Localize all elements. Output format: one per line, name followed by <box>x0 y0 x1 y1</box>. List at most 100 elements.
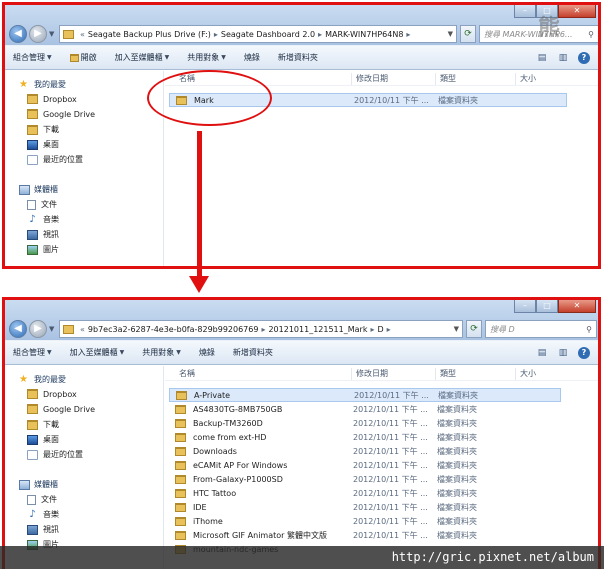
address-bar[interactable]: « 9b7ec3a2-6287-4e3e-b0fa-829b99206769 ▸… <box>59 320 463 338</box>
column-type[interactable]: 類型 <box>435 73 456 85</box>
help-icon[interactable]: ? <box>578 346 590 359</box>
sidebar-item-documents[interactable]: 文件 <box>27 494 57 505</box>
video-icon <box>27 229 38 240</box>
view-options-icon[interactable]: ▤ <box>536 347 548 359</box>
folder-icon <box>175 474 186 484</box>
title-bar: – □ ✕ ◀ ▶ ▼ « Seagate Backup Plus Drive … <box>5 5 598 45</box>
search-icon[interactable]: ⚲ <box>586 325 592 334</box>
table-row[interactable]: Microsoft GIF Animator 繁體中文版 2012/10/11 下… <box>169 528 561 542</box>
table-row[interactable]: Backup-TM3260D 2012/10/11 下午 ... 檔案資料夾 <box>169 416 561 430</box>
sidebar-item-downloads[interactable]: 下載 <box>27 124 59 135</box>
recent-pages-dropdown[interactable]: ▼ <box>49 30 54 38</box>
chevron-right-icon[interactable]: ▸ <box>214 30 218 39</box>
chevron-right-icon[interactable]: ▸ <box>370 325 374 334</box>
table-row[interactable]: iThome 2012/10/11 下午 ... 檔案資料夾 <box>169 514 561 528</box>
new-folder-button[interactable]: 新增資料夾 <box>278 52 318 63</box>
table-row[interactable]: AS4830TG-8MB750GB 2012/10/11 下午 ... 檔案資料夾 <box>169 402 561 416</box>
sidebar-item-music[interactable]: ♪ 音樂 <box>27 214 59 225</box>
search-input[interactable]: 搜尋 D ⚲ <box>485 320 597 338</box>
sidebar-item-videos[interactable]: 視訊 <box>27 229 59 240</box>
address-overflow[interactable]: « <box>80 325 85 334</box>
column-date[interactable]: 修改日期 <box>351 368 388 380</box>
maximize-button[interactable]: □ <box>536 300 558 313</box>
burn-button[interactable]: 燒錄 <box>244 52 260 63</box>
breadcrumb-dashboard[interactable]: Seagate Dashboard 2.0 <box>221 30 315 39</box>
include-in-library-menu[interactable]: 加入至媒體櫃 ▼ <box>70 347 125 358</box>
open-button[interactable]: 開啟 <box>69 52 97 63</box>
table-row[interactable]: Downloads 2012/10/11 下午 ... 檔案資料夾 <box>169 444 561 458</box>
file-date: 2012/10/11 下午 ... <box>354 95 429 105</box>
new-folder-button[interactable]: 新增資料夾 <box>233 347 273 358</box>
breadcrumb-drive[interactable]: Seagate Backup Plus Drive (F:) <box>88 30 211 39</box>
forward-button[interactable]: ▶ <box>29 320 47 338</box>
sidebar-item-pictures[interactable]: 圖片 <box>27 244 59 255</box>
refresh-button[interactable]: ⟳ <box>460 25 476 43</box>
folder-icon <box>175 432 186 442</box>
address-bar[interactable]: « Seagate Backup Plus Drive (F:) ▸ Seaga… <box>59 25 457 43</box>
table-row[interactable]: A-Private 2012/10/11 下午 ... 檔案資料夾 <box>169 388 561 402</box>
table-row[interactable]: eCAMit AP For Windows 2012/10/11 下午 ... 檔案… <box>169 458 561 472</box>
sidebar-item-music[interactable]: ♪ 音樂 <box>27 509 59 520</box>
watermark-logo: 熊 <box>538 15 561 41</box>
chevron-right-icon[interactable]: ▸ <box>406 30 410 39</box>
chevron-down-icon[interactable]: ▼ <box>448 30 453 38</box>
close-button[interactable]: ✕ <box>558 5 596 18</box>
share-with-menu[interactable]: 共用對象 ▼ <box>187 52 226 63</box>
sidebar-group-favorites[interactable]: ★ 我的最愛 <box>19 374 66 385</box>
sidebar-group-favorites[interactable]: ★ 我的最愛 <box>19 79 66 90</box>
sidebar-item-dropbox[interactable]: Dropbox <box>27 94 77 104</box>
breadcrumb-guid[interactable]: 9b7ec3a2-6287-4e3e-b0fa-829b99206769 <box>88 325 259 334</box>
sidebar-item-videos[interactable]: 視訊 <box>27 524 59 535</box>
table-row[interactable]: come from ext-HD 2012/10/11 下午 ... 檔案資料夾 <box>169 430 561 444</box>
close-button[interactable]: ✕ <box>558 300 596 313</box>
sidebar-item-dropbox[interactable]: Dropbox <box>27 389 77 399</box>
organize-menu[interactable]: 組合管理 ▼ <box>13 52 52 63</box>
breadcrumb-computer[interactable]: MARK-WIN7HP64N8 <box>325 30 403 39</box>
chevron-down-icon[interactable]: ▼ <box>454 325 459 333</box>
nav-buttons: ◀ ▶ ▼ <box>9 320 54 338</box>
sidebar-item-documents[interactable]: 文件 <box>27 199 57 210</box>
column-size[interactable]: 大小 <box>515 368 536 380</box>
chevron-right-icon[interactable]: ▸ <box>318 30 322 39</box>
preview-pane-icon[interactable]: ▥ <box>557 347 569 359</box>
sidebar-item-downloads[interactable]: 下載 <box>27 419 59 430</box>
command-bar: 組合管理 ▼ 開啟 加入至媒體櫃 ▼ 共用對象 ▼ 燒錄 新增資料夾 ▤ ▥ ? <box>5 45 598 70</box>
address-overflow[interactable]: « <box>80 30 85 39</box>
refresh-button[interactable]: ⟳ <box>466 320 482 338</box>
forward-button[interactable]: ▶ <box>29 25 47 43</box>
recent-pages-dropdown[interactable]: ▼ <box>49 325 54 333</box>
burn-button[interactable]: 燒錄 <box>199 347 215 358</box>
sidebar-item-desktop[interactable]: 桌面 <box>27 139 59 150</box>
chevron-right-icon[interactable]: ▸ <box>387 325 391 334</box>
table-row[interactable]: HTC Tattoo 2012/10/11 下午 ... 檔案資料夾 <box>169 486 561 500</box>
sidebar-item-google-drive[interactable]: Google Drive <box>27 109 95 119</box>
table-row[interactable]: From-Galaxy-P1000SD 2012/10/11 下午 ... 檔案資料… <box>169 472 561 486</box>
table-row[interactable]: IDE 2012/10/11 下午 ... 檔案資料夾 <box>169 500 561 514</box>
view-options-icon[interactable]: ▤ <box>536 52 548 64</box>
sidebar-item-recent-places[interactable]: 最近的位置 <box>27 154 83 165</box>
include-in-library-menu[interactable]: 加入至媒體櫃 ▼ <box>115 52 170 63</box>
breadcrumb-d[interactable]: D <box>377 325 383 334</box>
sidebar-group-libraries[interactable]: 媒體櫃 <box>19 479 58 490</box>
back-button[interactable]: ◀ <box>9 320 27 338</box>
organize-menu[interactable]: 組合管理 ▼ <box>13 347 52 358</box>
minimize-button[interactable]: – <box>514 300 536 313</box>
column-name[interactable]: 名稱 <box>179 368 195 379</box>
back-button[interactable]: ◀ <box>9 25 27 43</box>
column-type[interactable]: 類型 <box>435 368 456 380</box>
sidebar-group-libraries[interactable]: 媒體櫃 <box>19 184 58 195</box>
help-icon[interactable]: ? <box>578 51 590 64</box>
nav-buttons: ◀ ▶ ▼ <box>9 25 54 43</box>
sidebar-item-google-drive[interactable]: Google Drive <box>27 404 95 414</box>
sidebar-item-recent-places[interactable]: 最近的位置 <box>27 449 83 460</box>
chevron-right-icon[interactable]: ▸ <box>261 325 265 334</box>
share-with-menu[interactable]: 共用對象 ▼ <box>142 347 181 358</box>
column-size[interactable]: 大小 <box>515 73 536 85</box>
search-icon[interactable]: ⚲ <box>588 30 594 39</box>
sidebar-item-desktop[interactable]: 桌面 <box>27 434 59 445</box>
preview-pane-icon[interactable]: ▥ <box>557 52 569 64</box>
column-date[interactable]: 修改日期 <box>351 73 388 85</box>
explorer-window-top: – □ ✕ ◀ ▶ ▼ « Seagate Backup Plus Drive … <box>2 2 601 269</box>
minimize-button[interactable]: – <box>514 5 536 18</box>
breadcrumb-backup[interactable]: 20121011_121511_Mark <box>268 325 367 334</box>
